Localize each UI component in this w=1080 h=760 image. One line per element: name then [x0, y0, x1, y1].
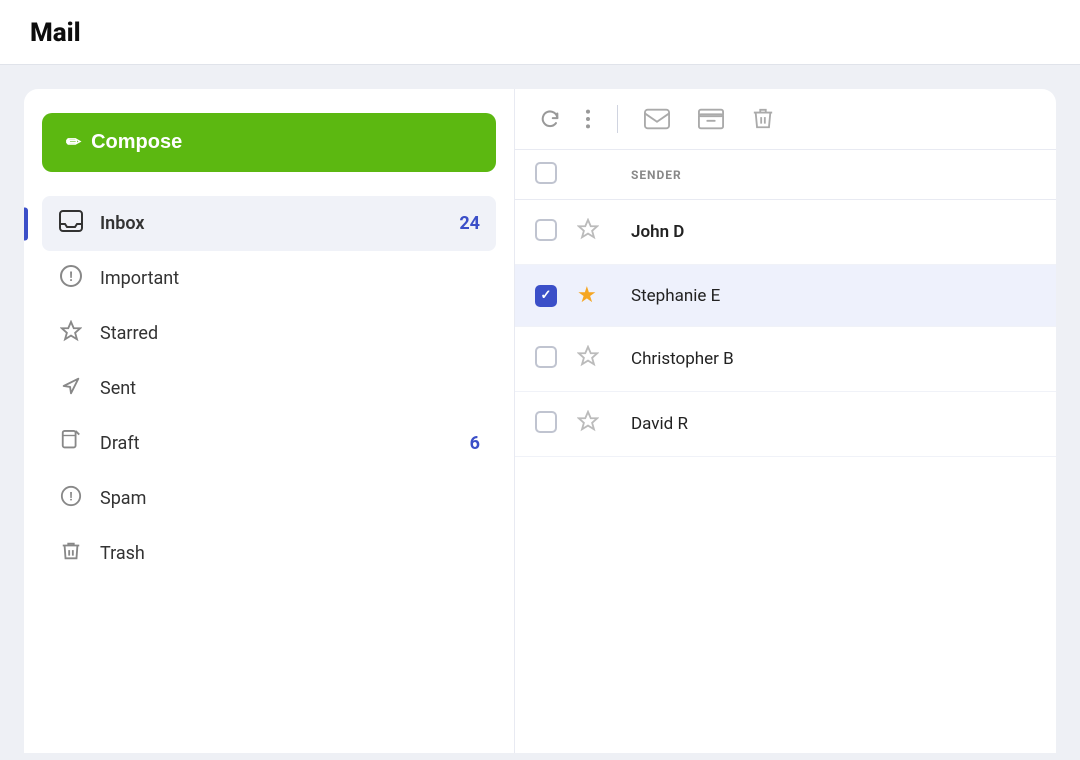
sender-cell[interactable]: David R: [615, 392, 1056, 457]
star-cell: ★: [573, 265, 615, 327]
star-cell: [573, 200, 615, 265]
header-checkbox-cell: [515, 150, 573, 200]
checkbox-cell: [515, 327, 573, 392]
sender-cell[interactable]: Christopher B: [615, 327, 1056, 392]
delete-button[interactable]: [748, 103, 778, 135]
sidebar-item-draft[interactable]: Draft 6: [42, 416, 496, 471]
select-all-checkbox[interactable]: [535, 162, 557, 184]
sidebar-trash-label: Trash: [100, 543, 480, 564]
sent-icon: [58, 375, 84, 402]
star-nav-icon: [58, 320, 84, 347]
app-title: Mail: [30, 18, 81, 48]
mail-toolbar: [515, 89, 1056, 150]
spam-icon: !: [58, 485, 84, 512]
email-checkbox[interactable]: [535, 411, 557, 433]
sidebar-item-trash[interactable]: Trash: [42, 526, 496, 581]
star-icon[interactable]: [577, 413, 599, 438]
sidebar-inbox-label: Inbox: [100, 213, 443, 234]
archive-button[interactable]: [694, 104, 728, 134]
sidebar-item-sent[interactable]: Sent: [42, 361, 496, 416]
pencil-icon: ✏: [66, 132, 81, 153]
sidebar-sent-label: Sent: [100, 378, 480, 399]
toolbar-right: [640, 103, 778, 135]
important-icon: !: [58, 265, 84, 292]
table-row: ★ Stephanie E: [515, 265, 1056, 327]
email-table: SENDER John D ★ Stephanie E Christopher B Da…: [515, 150, 1056, 457]
sidebar-item-important[interactable]: ! Important: [42, 251, 496, 306]
draft-icon: [58, 430, 84, 457]
sidebar-starred-label: Starred: [100, 323, 480, 344]
toolbar-divider: [617, 105, 618, 133]
nav-list: Inbox 24 ! Important: [42, 196, 496, 581]
star-icon[interactable]: ★: [577, 283, 597, 308]
refresh-button[interactable]: [535, 104, 565, 134]
mark-read-button[interactable]: [640, 104, 674, 134]
sidebar-spam-label: Spam: [100, 488, 480, 509]
toolbar-left: [535, 104, 595, 134]
email-checkbox[interactable]: [535, 285, 557, 307]
table-row: John D: [515, 200, 1056, 265]
sender-name: David R: [631, 414, 688, 434]
table-row: Christopher B: [515, 327, 1056, 392]
trash-nav-icon: [58, 540, 84, 567]
mail-list-panel: SENDER John D ★ Stephanie E Christopher B Da…: [514, 89, 1056, 753]
svg-text:!: !: [69, 490, 72, 504]
app-body: ✏ Compose Inbox 24: [0, 65, 1080, 753]
compose-label: Compose: [91, 131, 182, 154]
star-cell: [573, 392, 615, 457]
checkbox-cell: [515, 392, 573, 457]
sender-header: SENDER: [615, 150, 1056, 200]
star-icon[interactable]: [577, 221, 599, 246]
app-header: Mail: [0, 0, 1080, 65]
checkbox-cell: [515, 265, 573, 327]
svg-text:!: !: [69, 270, 73, 285]
sidebar-draft-count: 6: [470, 433, 480, 454]
email-checkbox[interactable]: [535, 219, 557, 241]
sidebar-item-spam[interactable]: ! Spam: [42, 471, 496, 526]
sender-name: John D: [631, 222, 684, 242]
sidebar-item-starred[interactable]: Starred: [42, 306, 496, 361]
sender-name: Christopher B: [631, 349, 734, 369]
compose-button[interactable]: ✏ Compose: [42, 113, 496, 172]
sidebar-draft-label: Draft: [100, 433, 454, 454]
sidebar-item-inbox[interactable]: Inbox 24: [42, 196, 496, 251]
email-checkbox[interactable]: [535, 346, 557, 368]
star-header: [573, 150, 615, 200]
sidebar: ✏ Compose Inbox 24: [24, 89, 514, 753]
table-row: David R: [515, 392, 1056, 457]
sender-column-label: SENDER: [631, 168, 682, 182]
sidebar-important-label: Important: [100, 268, 480, 289]
sender-cell[interactable]: John D: [615, 200, 1056, 265]
star-cell: [573, 327, 615, 392]
sender-name: Stephanie E: [631, 286, 720, 306]
sidebar-inbox-count: 24: [459, 213, 480, 234]
more-options-button[interactable]: [581, 104, 595, 134]
inbox-icon: [58, 210, 84, 237]
checkbox-cell: [515, 200, 573, 265]
star-icon[interactable]: [577, 348, 599, 373]
sender-cell[interactable]: Stephanie E: [615, 265, 1056, 327]
